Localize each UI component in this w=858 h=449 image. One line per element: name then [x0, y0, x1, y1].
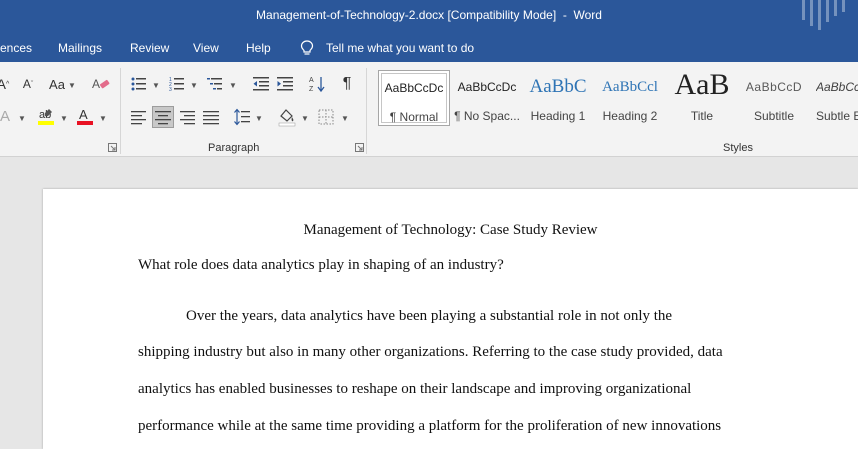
style-preview: AaBbCcDc — [457, 80, 517, 94]
style-heading-1[interactable]: AaBbC Heading 1 — [522, 70, 594, 126]
increase-font-size-icon[interactable]: A ^ — [0, 76, 10, 92]
highlight-color-dropdown[interactable]: ▼ — [60, 114, 68, 123]
document-question: What role does data analytics play in sh… — [138, 257, 504, 273]
svg-text:A: A — [79, 107, 88, 122]
style-preview: AaBbCcl — [602, 79, 658, 95]
style-name: ¶ Normal — [389, 110, 439, 124]
highlight-color-icon[interactable]: ab — [37, 106, 55, 126]
increase-indent-icon[interactable] — [277, 76, 293, 92]
font-color-icon[interactable]: A — [76, 106, 94, 126]
show-hide-icon[interactable]: ¶ — [340, 75, 354, 93]
lightbulb-icon — [300, 40, 314, 55]
bullets-dropdown[interactable]: ▼ — [152, 81, 160, 90]
svg-text:Z: Z — [309, 86, 314, 93]
change-case-dropdown[interactable]: ▼ — [68, 81, 76, 90]
style-name: Subtle E — [816, 109, 858, 123]
style-name: Subtitle — [753, 109, 795, 123]
font-dialog-launcher-icon[interactable] — [108, 143, 117, 152]
style-preview: AaBbCcDc — [384, 81, 444, 95]
ribbon-separator — [120, 68, 121, 154]
paragraph-line: analytics has enabled businesses to resh… — [138, 381, 692, 397]
shading-icon[interactable] — [278, 107, 296, 127]
title-bar-decoration — [802, 0, 845, 30]
style-name: Heading 2 — [602, 109, 658, 123]
sort-icon[interactable]: A Z — [309, 75, 325, 93]
font-color-dropdown[interactable]: ▼ — [99, 114, 107, 123]
style-subtle-emphasis[interactable]: AaBbCcD Subtle E — [810, 70, 858, 126]
style-preview: AaBbC — [529, 76, 587, 97]
svg-text:3: 3 — [169, 87, 172, 92]
style-name: ¶ No Spac... — [454, 109, 520, 123]
text-effects-dropdown[interactable]: ▼ — [18, 114, 26, 123]
paragraph-group-label: Paragraph — [208, 142, 260, 154]
clear-formatting-icon[interactable]: A — [91, 75, 111, 93]
align-center-icon[interactable] — [152, 106, 174, 128]
tell-me-label: Tell me what you want to do — [326, 41, 475, 55]
change-case-icon[interactable]: Aa — [47, 76, 67, 92]
style-heading-2[interactable]: AaBbCcl Heading 2 — [594, 70, 666, 126]
document-page[interactable]: Management of Technology: Case Study Rev… — [43, 189, 858, 449]
svg-text:A: A — [92, 77, 100, 91]
style-title[interactable]: AaB Title — [666, 68, 738, 126]
borders-icon[interactable] — [318, 109, 334, 125]
ribbon-tabs: rences Mailings Review View Help Tell me… — [0, 34, 858, 62]
svg-text:A: A — [309, 77, 314, 84]
document-title: Management of Technology: Case Study Rev… — [303, 222, 598, 238]
shading-dropdown[interactable]: ▼ — [301, 114, 309, 123]
multilevel-list-icon[interactable] — [207, 76, 223, 92]
line-spacing-dropdown[interactable]: ▼ — [255, 114, 263, 123]
window-title: Management-of-Technology-2.docx [Compati… — [256, 8, 602, 22]
style-preview: AaBbCcD — [745, 80, 803, 94]
tab-mailings[interactable]: Mailings — [58, 41, 102, 55]
borders-dropdown[interactable]: ▼ — [341, 114, 349, 123]
style-name: Title — [690, 109, 714, 123]
text-effects-icon[interactable]: A — [0, 108, 12, 125]
ribbon-separator — [366, 68, 367, 154]
document-area: Management of Technology: Case Study Rev… — [0, 157, 858, 449]
ribbon: A^ Aˇ Aa ▼ A A ▼ ab ▼ A ▼ ▼ — [0, 62, 858, 157]
numbering-icon[interactable]: 1 2 3 — [169, 76, 185, 92]
decrease-indent-icon[interactable] — [253, 76, 269, 92]
multilevel-list-dropdown[interactable]: ▼ — [229, 81, 237, 90]
tab-references[interactable]: rences — [0, 41, 32, 55]
line-spacing-icon[interactable] — [234, 108, 250, 126]
paragraph-line: shipping industry but also in many other… — [138, 344, 723, 360]
style-normal[interactable]: AaBbCcDc ¶ Normal — [378, 70, 450, 126]
numbering-dropdown[interactable]: ▼ — [190, 81, 198, 90]
tab-review[interactable]: Review — [130, 41, 169, 55]
paragraph-dialog-launcher-icon[interactable] — [355, 143, 364, 152]
bullets-icon[interactable] — [131, 76, 147, 92]
tab-view[interactable]: View — [193, 41, 219, 55]
style-subtitle[interactable]: AaBbCcD Subtitle — [738, 70, 810, 126]
style-name: Heading 1 — [530, 109, 586, 123]
style-no-spacing[interactable]: AaBbCcDc ¶ No Spac... — [452, 70, 522, 126]
align-right-icon[interactable] — [179, 109, 195, 125]
title-bar: Management-of-Technology-2.docx [Compati… — [0, 0, 858, 34]
style-preview: AaB — [674, 68, 730, 101]
decrease-font-size-icon[interactable]: Aˇ — [20, 76, 36, 92]
paragraph-line: Over the years, data analytics have been… — [186, 308, 673, 324]
align-left-icon[interactable] — [131, 109, 147, 125]
style-preview: AaBbCcD — [816, 80, 858, 94]
paragraph-line: performance while at the same time provi… — [138, 418, 722, 434]
tab-help[interactable]: Help — [246, 41, 271, 55]
styles-group-label: Styles — [723, 142, 753, 154]
justify-icon[interactable] — [203, 109, 219, 125]
